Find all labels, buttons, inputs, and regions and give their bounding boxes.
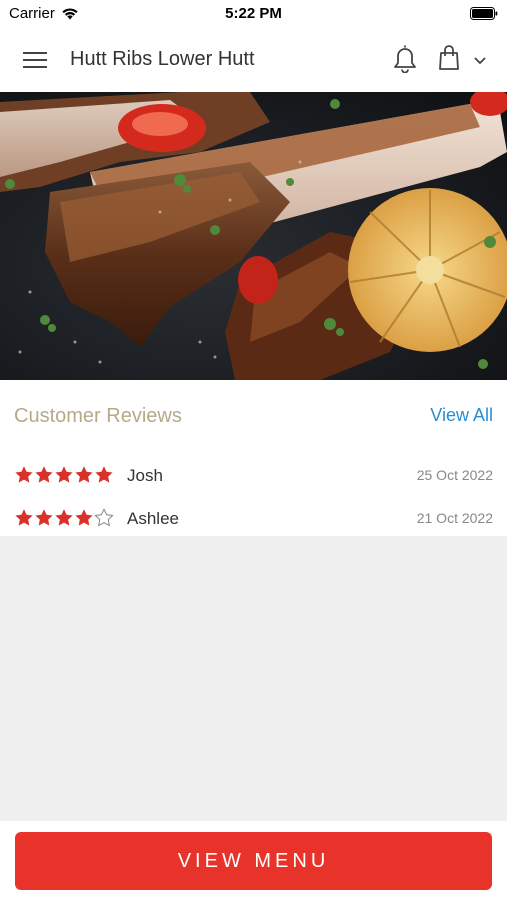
review-row: Ashlee 21 Oct 2022 — [0, 503, 507, 533]
star-filled-icon — [75, 509, 93, 526]
customer-reviews-section: Customer Reviews View All Josh 25 Oct 20… — [0, 380, 507, 536]
reviews-title: Customer Reviews — [14, 405, 182, 427]
star-filled-icon — [15, 466, 33, 483]
app-header: Hutt Ribs Lower Hutt — [0, 28, 507, 92]
star-empty-icon — [94, 508, 114, 527]
page-title: Hutt Ribs Lower Hutt — [70, 48, 255, 70]
star-filled-icon — [35, 509, 53, 526]
shopping-bag-icon[interactable] — [438, 45, 460, 71]
star-filled-icon — [95, 466, 113, 483]
star-filled-icon — [55, 509, 73, 526]
star-rating — [14, 465, 114, 485]
reviewer-name: Ashlee — [127, 509, 179, 528]
hero-image — [0, 92, 507, 380]
view-all-link[interactable]: View All — [430, 405, 493, 426]
chevron-down-icon[interactable] — [472, 54, 488, 66]
review-date: 25 Oct 2022 — [416, 467, 493, 483]
footer-bar: VIEW MENU — [0, 821, 507, 900]
review-row: Josh 25 Oct 2022 — [0, 460, 507, 490]
bell-icon[interactable] — [391, 43, 419, 73]
grilled-ribs-image — [0, 92, 507, 380]
status-bar: Carrier 5:22 PM — [0, 0, 507, 28]
battery-icon — [470, 7, 498, 20]
reviewer-name: Josh — [127, 466, 163, 485]
star-filled-icon — [55, 466, 73, 483]
star-filled-icon — [75, 466, 93, 483]
menu-icon[interactable] — [22, 48, 48, 72]
review-date: 21 Oct 2022 — [416, 510, 493, 526]
star-filled-icon — [15, 509, 33, 526]
star-filled-icon — [35, 466, 53, 483]
star-rating — [14, 508, 114, 528]
status-time: 5:22 PM — [225, 5, 282, 22]
view-menu-button[interactable]: VIEW MENU — [15, 832, 492, 890]
